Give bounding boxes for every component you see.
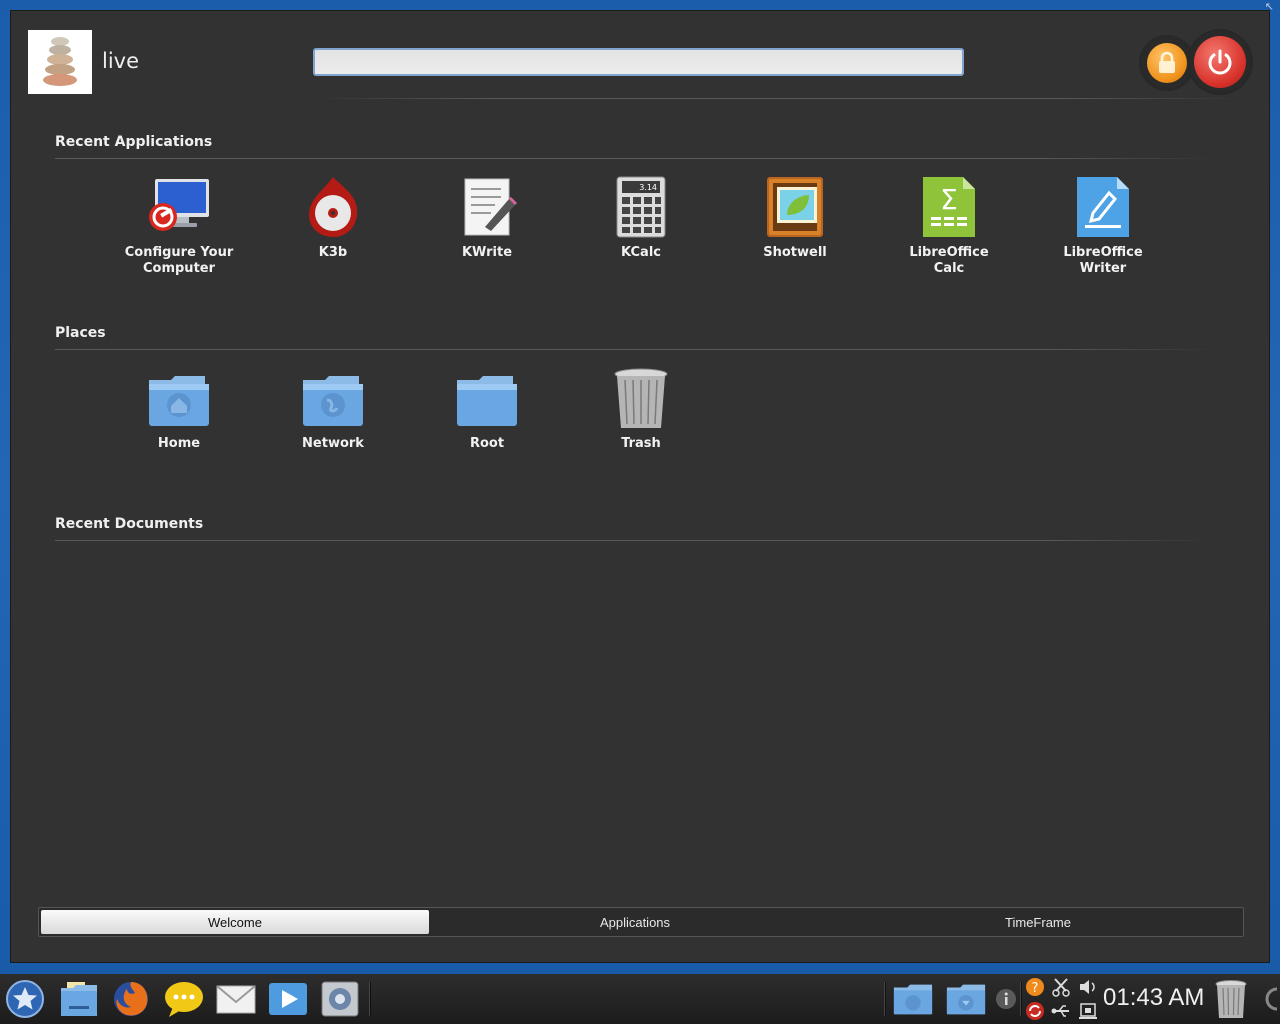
tab-applications[interactable]: Applications (431, 910, 839, 934)
username: live (102, 49, 140, 73)
clipboard-button[interactable] (1050, 976, 1072, 998)
app-kcalc[interactable]: 3.14 KCalc (586, 175, 696, 261)
avatar[interactable] (28, 30, 92, 94)
section-divider (55, 540, 1215, 541)
app-label: K3b (318, 245, 348, 260)
calculator-icon: 3.14 (609, 175, 673, 239)
power-button[interactable] (1187, 29, 1253, 95)
app-label: KWrite (461, 245, 513, 260)
place-label: Home (157, 436, 201, 451)
firefox-icon (114, 982, 148, 1016)
section-divider (55, 158, 1215, 159)
k3b-disc-burner-icon (301, 175, 365, 239)
app-label: LibreOffice Calc (909, 245, 989, 276)
tab-welcome[interactable]: Welcome (41, 910, 429, 934)
app-configure-your-computer[interactable]: Configure Your Computer (124, 175, 234, 277)
usb-icon (1051, 1005, 1069, 1017)
media-player-icon (269, 983, 307, 1015)
app-label: LibreOffice Writer (1063, 245, 1143, 276)
file-manager-button[interactable] (58, 978, 100, 1020)
search-input[interactable] (313, 48, 964, 76)
application-launcher: live Recent Applications Configure Your … (10, 10, 1270, 963)
help-icon: ? (1026, 978, 1044, 996)
recent-applications-heading: Recent Applications (55, 134, 213, 150)
mail-icon (216, 985, 256, 1014)
place-root[interactable]: Root (432, 366, 542, 452)
system-tool-button[interactable] (319, 978, 361, 1020)
svg-text:?: ? (1032, 981, 1039, 996)
media-player-button[interactable] (267, 978, 309, 1020)
place-label: Root (469, 436, 505, 451)
info-button[interactable] (992, 978, 1020, 1020)
libreoffice-writer-icon (1071, 175, 1135, 239)
documents-folder-button[interactable] (892, 978, 934, 1020)
network-icon (1079, 1003, 1097, 1019)
trash-icon (609, 366, 673, 430)
app-libreoffice-calc[interactable]: Σ LibreOffice Calc (894, 175, 1004, 277)
place-home[interactable]: Home (124, 366, 234, 452)
chat-button[interactable] (163, 978, 205, 1020)
half-moon-icon (1265, 987, 1277, 1011)
app-k3b[interactable]: K3b (278, 175, 388, 261)
update-icon (1026, 1002, 1044, 1020)
app-kwrite[interactable]: KWrite (432, 175, 542, 261)
place-trash[interactable]: Trash (586, 366, 696, 452)
shotwell-photo-icon (763, 175, 827, 239)
volume-button[interactable] (1077, 976, 1099, 998)
start-menu-button[interactable] (4, 978, 46, 1020)
launcher-tab-bar: Welcome Applications TimeFrame (38, 907, 1244, 937)
app-label: KCalc (621, 245, 661, 260)
kwrite-text-editor-icon (455, 175, 519, 239)
system-settings-icon (147, 175, 211, 239)
app-label: Shotwell (763, 245, 827, 260)
lock-icon (1147, 43, 1187, 83)
section-divider (55, 349, 1215, 350)
libreoffice-calc-icon: Σ (917, 175, 981, 239)
home-folder-icon (147, 366, 211, 430)
file-manager-icon (61, 982, 97, 1016)
update-button[interactable] (1024, 1000, 1046, 1022)
firefox-button[interactable] (110, 978, 152, 1020)
tab-timeframe[interactable]: TimeFrame (839, 910, 1237, 934)
app-shotwell[interactable]: Shotwell (740, 175, 850, 261)
taskbar-separator (884, 982, 886, 1016)
stones-icon (43, 37, 77, 86)
network-button[interactable] (1077, 1000, 1099, 1022)
trash-button[interactable] (1210, 978, 1252, 1020)
downloads-folder-button[interactable] (945, 978, 987, 1020)
info-icon (996, 989, 1016, 1009)
scissors-icon (1052, 978, 1070, 997)
power-icon (1194, 36, 1246, 88)
chat-icon (165, 982, 203, 1017)
recent-documents-heading: Recent Documents (55, 516, 204, 532)
folder-downloads-icon (946, 984, 986, 1015)
place-label: Network (302, 436, 364, 451)
network-folder-icon (301, 366, 365, 430)
places-heading: Places (55, 325, 106, 341)
folder-documents-icon (893, 984, 933, 1015)
svg-text:Σ: Σ (940, 183, 958, 216)
usb-button[interactable] (1050, 1000, 1072, 1022)
app-libreoffice-writer[interactable]: LibreOffice Writer (1048, 175, 1158, 277)
clock[interactable]: 01:43 AM (1103, 984, 1204, 1012)
trash-icon (1215, 980, 1247, 1018)
place-network[interactable]: Network (278, 366, 388, 452)
place-label: Trash (621, 436, 661, 451)
taskbar: ? 01:43 AM (0, 974, 1280, 1024)
system-tool-icon (321, 981, 359, 1017)
folder-icon (455, 366, 519, 430)
desktop-toggle-button[interactable] (1258, 978, 1280, 1020)
app-label: Configure Your Computer (124, 245, 234, 276)
volume-icon (1080, 980, 1095, 994)
start-menu-icon (6, 980, 44, 1018)
mail-button[interactable] (215, 978, 257, 1020)
calculator-display: 3.14 (639, 183, 657, 192)
taskbar-separator (1020, 982, 1022, 1016)
help-button[interactable]: ? (1024, 976, 1046, 998)
taskbar-separator (369, 982, 371, 1016)
header-divider (313, 98, 1243, 99)
